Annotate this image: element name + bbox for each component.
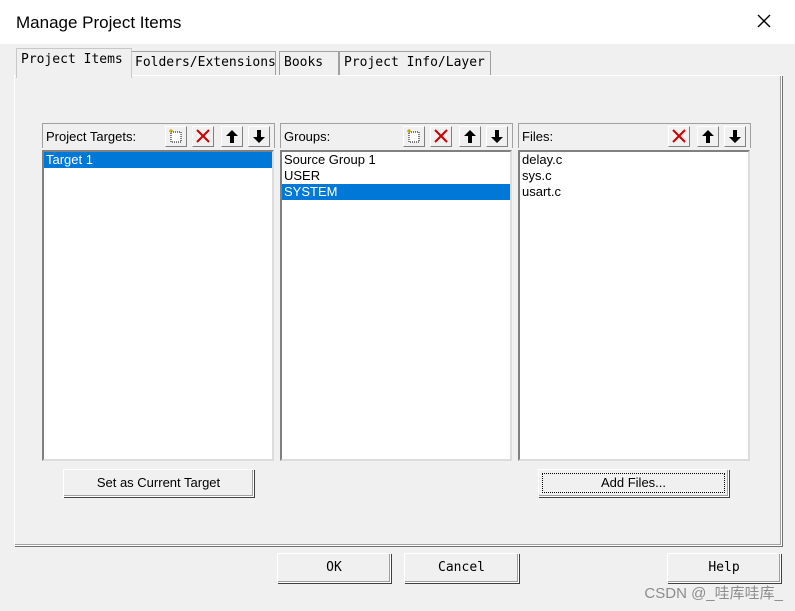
move-file-up-button[interactable] xyxy=(697,126,719,147)
groups-group: Groups: Source Group 1 USER SYSTEM xyxy=(280,123,513,463)
delete-file-button[interactable] xyxy=(668,126,690,147)
new-group-button[interactable] xyxy=(403,126,425,147)
focus-rect xyxy=(542,473,725,493)
delete-icon xyxy=(434,129,448,143)
help-button[interactable]: Help xyxy=(667,553,781,583)
arrow-down-icon xyxy=(491,130,503,143)
tab-books[interactable]: Books xyxy=(279,51,339,76)
targets-group: Project Targets: Target 1 xyxy=(42,123,275,463)
list-item[interactable]: delay.c xyxy=(520,152,748,168)
files-group: Files: delay.c sys.c usart.c xyxy=(518,123,751,463)
ok-button[interactable]: OK xyxy=(277,553,391,583)
list-item[interactable]: sys.c xyxy=(520,168,748,184)
files-label: Files: xyxy=(522,129,554,144)
groups-list[interactable]: Source Group 1 USER SYSTEM xyxy=(280,150,512,461)
add-files-button[interactable]: Add Files... xyxy=(538,469,729,497)
title-bar: Manage Project Items xyxy=(0,0,795,44)
new-item-icon xyxy=(407,129,420,143)
list-item[interactable]: Target 1 xyxy=(44,152,272,168)
move-group-up-button[interactable] xyxy=(459,126,481,147)
delete-target-button[interactable] xyxy=(192,126,214,147)
window-title: Manage Project Items xyxy=(16,13,182,32)
list-item[interactable]: usart.c xyxy=(520,184,748,200)
arrow-down-icon xyxy=(253,130,265,143)
new-item-icon xyxy=(169,129,182,143)
watermark: CSDN @_哇库哇库_ xyxy=(644,585,783,602)
set-current-target-button[interactable]: Set as Current Target xyxy=(63,469,254,497)
arrow-down-icon xyxy=(729,130,741,143)
files-list[interactable]: delay.c sys.c usart.c xyxy=(518,150,750,461)
list-item[interactable]: Source Group 1 xyxy=(282,152,510,168)
delete-icon xyxy=(672,129,686,143)
list-item[interactable]: SYSTEM xyxy=(282,184,510,200)
list-item[interactable]: USER xyxy=(282,168,510,184)
new-target-button[interactable] xyxy=(165,126,187,147)
groups-header: Groups: xyxy=(280,123,513,148)
arrow-up-icon xyxy=(702,130,714,143)
delete-icon xyxy=(196,129,210,143)
move-target-down-button[interactable] xyxy=(248,126,270,147)
targets-label: Project Targets: xyxy=(46,129,137,144)
files-header: Files: xyxy=(518,123,751,148)
cancel-button[interactable]: Cancel xyxy=(404,553,519,583)
close-button[interactable] xyxy=(751,8,777,34)
delete-group-button[interactable] xyxy=(430,126,452,147)
move-target-up-button[interactable] xyxy=(221,126,243,147)
tab-project-items[interactable]: Project Items xyxy=(16,48,132,78)
close-icon xyxy=(757,14,771,28)
tab-project-info-layer[interactable]: Project Info/Layer xyxy=(339,51,491,76)
targets-header: Project Targets: xyxy=(42,123,275,148)
arrow-up-icon xyxy=(464,130,476,143)
move-group-down-button[interactable] xyxy=(486,126,508,147)
tab-folders-extensions[interactable]: Folders/Extensions xyxy=(130,51,276,76)
targets-list[interactable]: Target 1 xyxy=(42,150,274,461)
groups-label: Groups: xyxy=(284,129,331,144)
move-file-down-button[interactable] xyxy=(724,126,746,147)
arrow-up-icon xyxy=(226,130,238,143)
